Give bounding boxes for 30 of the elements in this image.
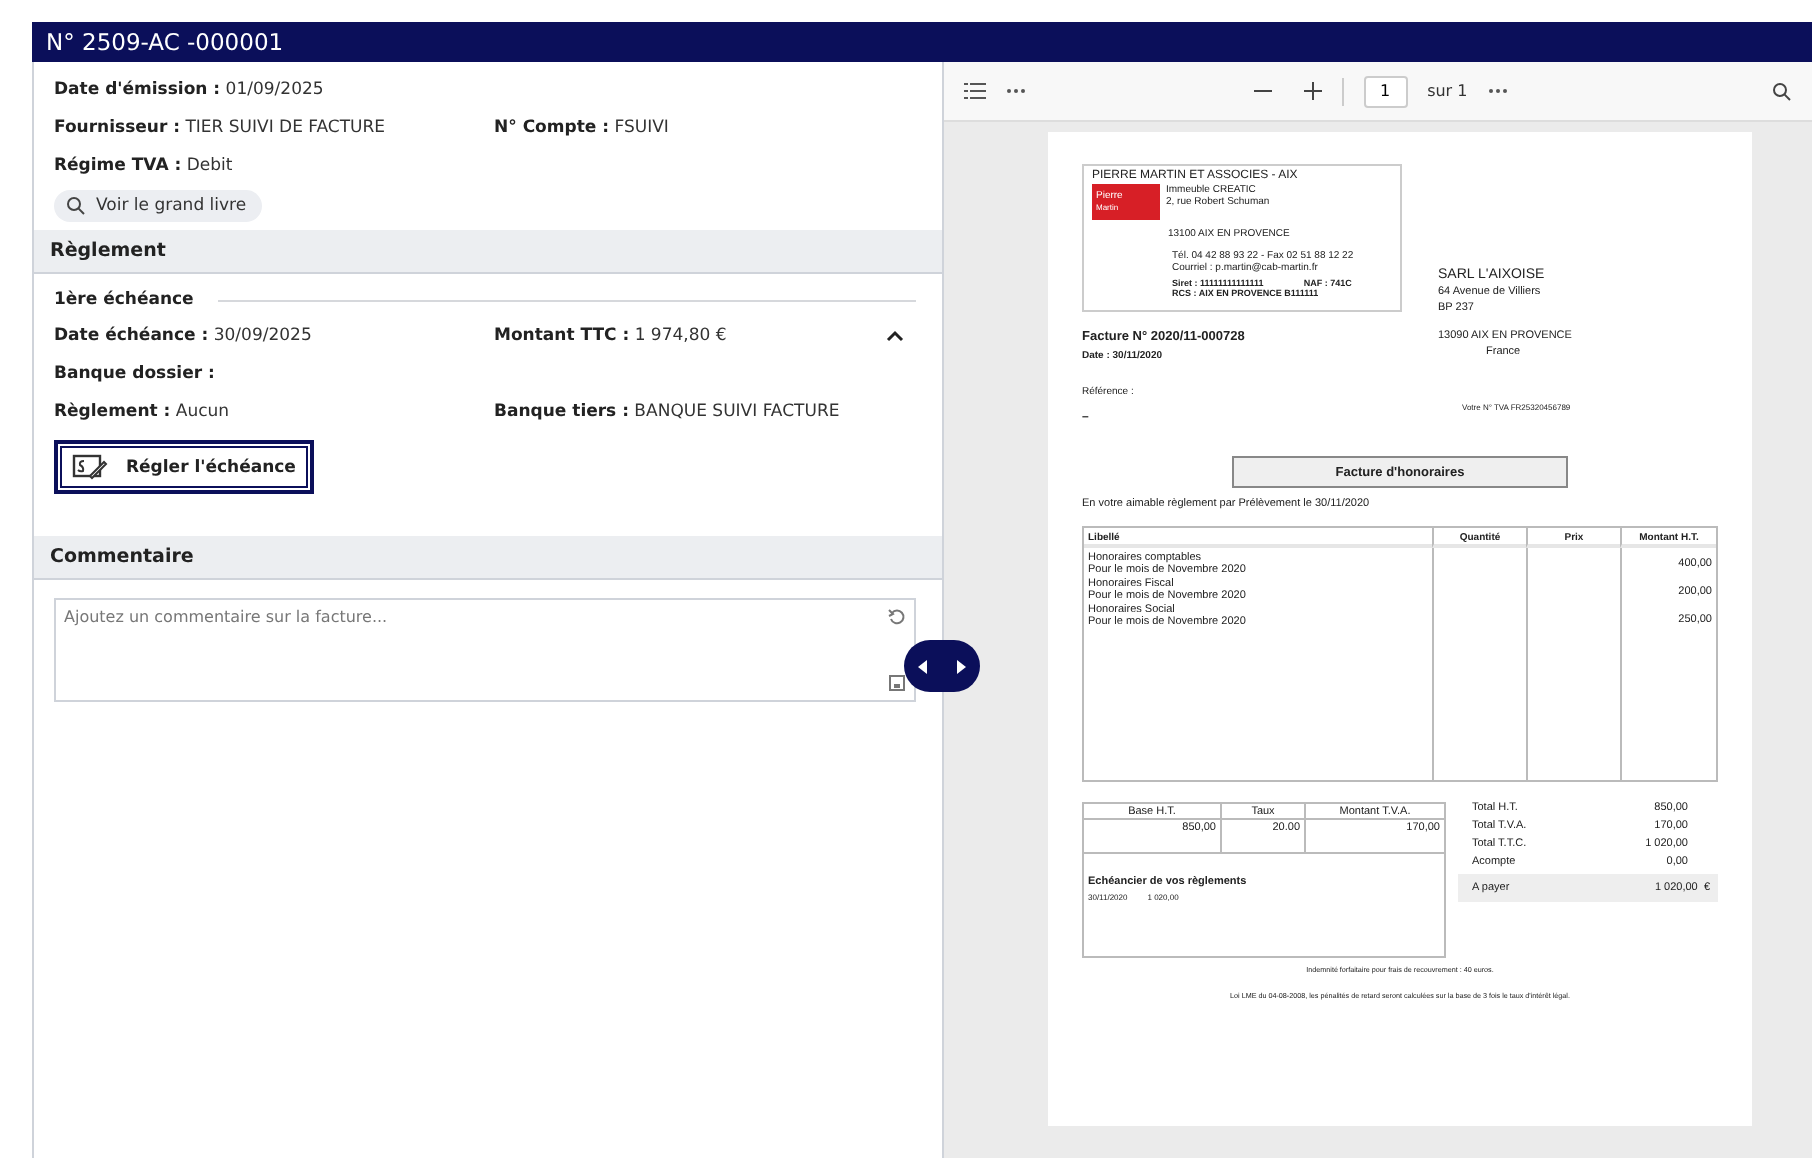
page-field[interactable]: 1 [1363, 75, 1408, 107]
more-icon[interactable] [1006, 88, 1026, 94]
section-header: Commentaire [34, 536, 942, 580]
info-field: Date échéance : 30/09/2025 [54, 326, 494, 346]
info-field: Banque dossier : [54, 364, 494, 384]
section-header: Règlement [34, 230, 942, 274]
list-icon[interactable] [964, 82, 986, 100]
info-field: N° Compte : FSUIVI [494, 118, 922, 138]
search-icon[interactable] [1772, 81, 1792, 101]
info-field: Fournisseur : TIER SUIVI DE FACTURE [54, 118, 494, 138]
left-triangle-icon [918, 659, 928, 673]
right-triangle-icon [956, 659, 966, 673]
collapse-icon[interactable] [886, 330, 904, 342]
save-icon[interactable] [888, 674, 906, 692]
info-field: Régime TVA : Debit [54, 156, 494, 176]
info-field: Date d'émission : 01/09/2025 [54, 80, 494, 100]
undo-icon[interactable] [888, 608, 906, 626]
ledger-button[interactable]: Voir le grand livre [54, 190, 263, 222]
info-field: Règlement : Aucun [54, 402, 494, 422]
info-field: Montant TTC : 1 974,80 € [494, 326, 886, 346]
installment-title: 1ère échéance [54, 290, 194, 310]
info-field: Banque tiers : BANQUE SUIVI FACTURE [494, 402, 886, 422]
window-title: N° 2509-AC -000001 [32, 22, 1812, 62]
search-icon [66, 196, 86, 216]
more-icon[interactable] [1487, 88, 1508, 94]
zoom-in-icon[interactable] [1303, 82, 1322, 100]
comment-field[interactable]: Ajoutez un commentaire sur la facture... [54, 598, 916, 702]
pay-button[interactable]: Régler l'échéance [54, 440, 314, 494]
page-count: sur 1 [1427, 82, 1468, 100]
payment-pen-icon [72, 454, 108, 480]
